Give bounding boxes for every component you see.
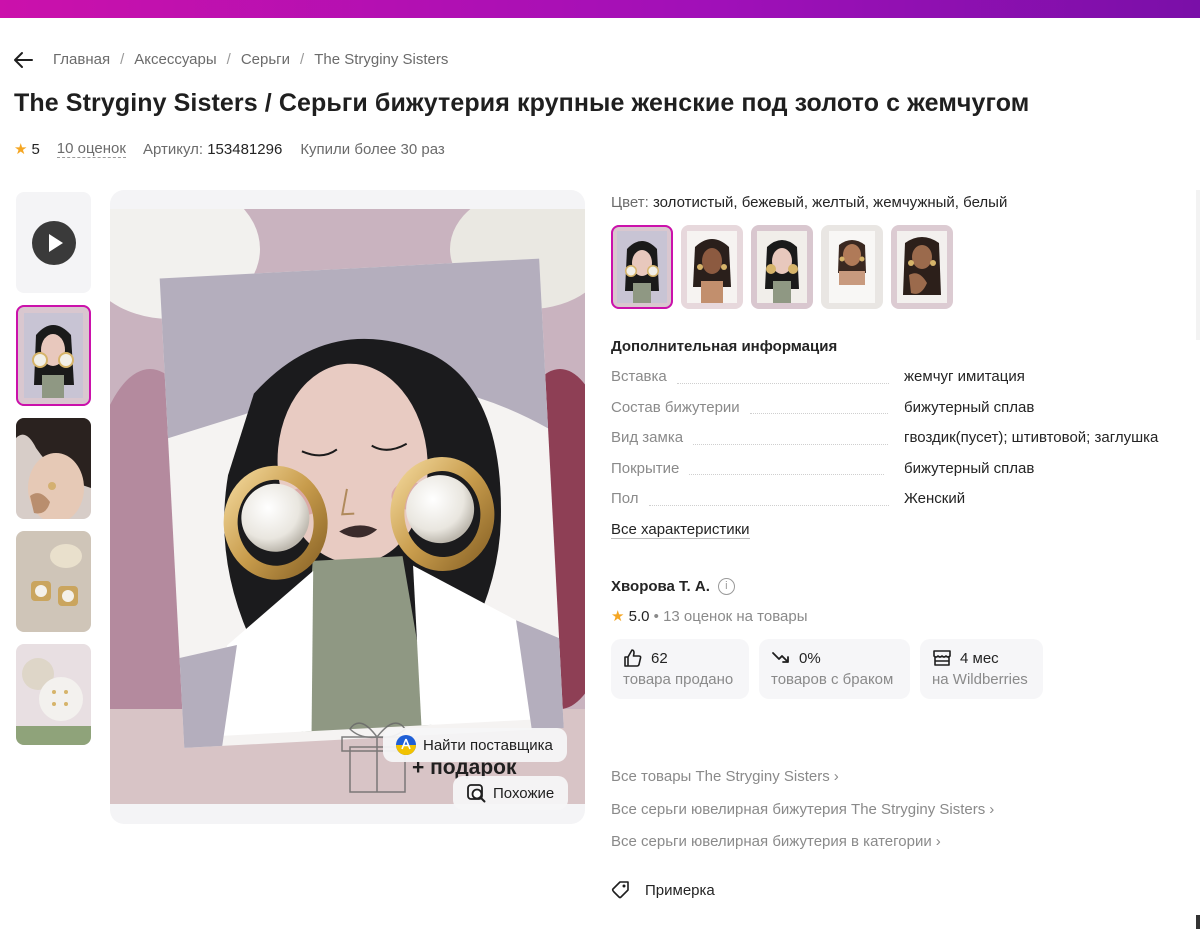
tag-icon xyxy=(611,881,629,899)
color-swatch-1-image xyxy=(611,225,673,309)
main-product-image xyxy=(110,209,585,804)
related-links: Все товары The Stryginy Sisters › Все сер… xyxy=(611,768,994,866)
color-swatch-5-image xyxy=(891,225,953,309)
stat-defects: 0% товаров с браком xyxy=(759,639,910,699)
side-panel-edge xyxy=(1196,190,1200,340)
info-icon[interactable]: i xyxy=(717,578,735,595)
seller-rating: ★ 5.0 • 13 оценок на товары xyxy=(611,608,808,625)
thumbnail-4[interactable] xyxy=(16,644,91,745)
color-swatch-3-image xyxy=(751,225,813,309)
thumbnail-1-image xyxy=(16,305,91,406)
play-icon xyxy=(31,220,76,265)
similar-label: Похожие xyxy=(493,784,555,802)
spec-row: Покрытие бижутерный сплав xyxy=(611,459,1035,477)
product-rating: 5 xyxy=(31,140,40,158)
specs-table: Вставка жемчуг имитация Состав бижутерии… xyxy=(611,368,1191,521)
thumbnail-4-image xyxy=(16,644,91,745)
chevron-right-icon: › xyxy=(833,768,839,785)
main-product-photo[interactable] xyxy=(110,209,585,804)
purchase-count: Купили более 30 раз xyxy=(300,140,445,158)
breadcrumb-brand[interactable]: The Stryginy Sisters xyxy=(314,51,448,68)
additional-info-heading: Дополнительная информация xyxy=(611,338,838,355)
store-icon xyxy=(933,650,951,666)
product-meta: ★ 5 10 оценок Артикул: 153481296 Купили … xyxy=(14,140,445,158)
thumbnail-3[interactable] xyxy=(16,531,91,632)
article-number: Артикул: 153481296 xyxy=(142,140,283,158)
color-swatch-4-image xyxy=(821,225,883,309)
try-on-button[interactable]: Примерка xyxy=(611,880,715,900)
chevron-right-icon: › xyxy=(989,800,995,818)
top-brand-bar xyxy=(0,0,1200,18)
thumbnail-list xyxy=(16,192,91,757)
thumbnail-2-image xyxy=(16,418,91,519)
thumbnail-1[interactable] xyxy=(16,305,91,406)
thumbs-up-icon xyxy=(624,649,642,667)
video-thumbnail[interactable] xyxy=(16,192,91,293)
color-swatches xyxy=(611,225,953,309)
scroll-marker xyxy=(1196,915,1200,929)
similar-button[interactable]: Похожие xyxy=(453,776,569,810)
seller-name: Хворова Т. А. i xyxy=(611,578,735,595)
breadcrumb-home[interactable]: Главная xyxy=(53,51,110,68)
chevron-right-icon: › xyxy=(935,833,941,850)
back-arrow-icon[interactable] xyxy=(12,48,36,72)
color-swatch-4[interactable] xyxy=(821,225,883,309)
breadcrumb: Главная / Аксессуары / Серьги / The Stry… xyxy=(53,51,449,68)
spec-row: Пол Женский xyxy=(611,490,966,507)
all-specs-link[interactable]: Все характеристики xyxy=(611,521,750,539)
color-swatch-5[interactable] xyxy=(891,225,953,309)
supplier-search-icon xyxy=(396,735,416,755)
page-title: The Stryginy Sisters / Серьги бижутерия … xyxy=(14,89,1030,117)
breadcrumb-accessories[interactable]: Аксессуары xyxy=(134,51,216,68)
color-swatch-3[interactable] xyxy=(751,225,813,309)
color-swatch-1[interactable] xyxy=(611,225,673,309)
color-value: золотистый, бежевый, желтый, жемчужный, … xyxy=(652,194,1008,211)
color-swatch-2[interactable] xyxy=(681,225,743,309)
link-all-category-earrings[interactable]: Все серьги ювелирная бижутерия в категор… xyxy=(611,833,994,866)
similar-search-icon xyxy=(467,784,486,803)
find-supplier-label: Найти поставщика xyxy=(423,736,553,754)
spec-row: Вставка жемчуг имитация xyxy=(611,368,1025,385)
thumbnail-2[interactable] xyxy=(16,418,91,519)
star-icon: ★ xyxy=(14,141,28,158)
stat-tenure: 4 мес на Wildberries xyxy=(920,639,1043,699)
reviews-link[interactable]: 10 оценок xyxy=(56,140,126,158)
trend-down-icon xyxy=(772,652,789,663)
stat-sold: 62 товара продано xyxy=(611,639,749,699)
color-info: Цвет: золотистый, бежевый, желтый, жемчу… xyxy=(611,194,1008,211)
star-icon: ★ xyxy=(611,608,625,625)
spec-row: Вид замка гвоздик(пусет); штивтовой; заг… xyxy=(611,429,1159,446)
link-all-brand-products[interactable]: Все товары The Stryginy Sisters › xyxy=(611,768,994,801)
breadcrumb-earrings[interactable]: Серьги xyxy=(241,51,290,68)
spec-row: Состав бижутерии бижутерный сплав xyxy=(611,398,1035,416)
thumbnail-3-image xyxy=(16,531,91,632)
find-supplier-button[interactable]: Найти поставщика xyxy=(383,728,567,762)
color-swatch-2-image xyxy=(681,225,743,309)
link-all-brand-earrings[interactable]: Все серьги ювелирная бижутерия The Stryg… xyxy=(611,801,994,834)
seller-stats: 62 товара продано 0% товаров с браком 4 … xyxy=(611,639,1043,699)
